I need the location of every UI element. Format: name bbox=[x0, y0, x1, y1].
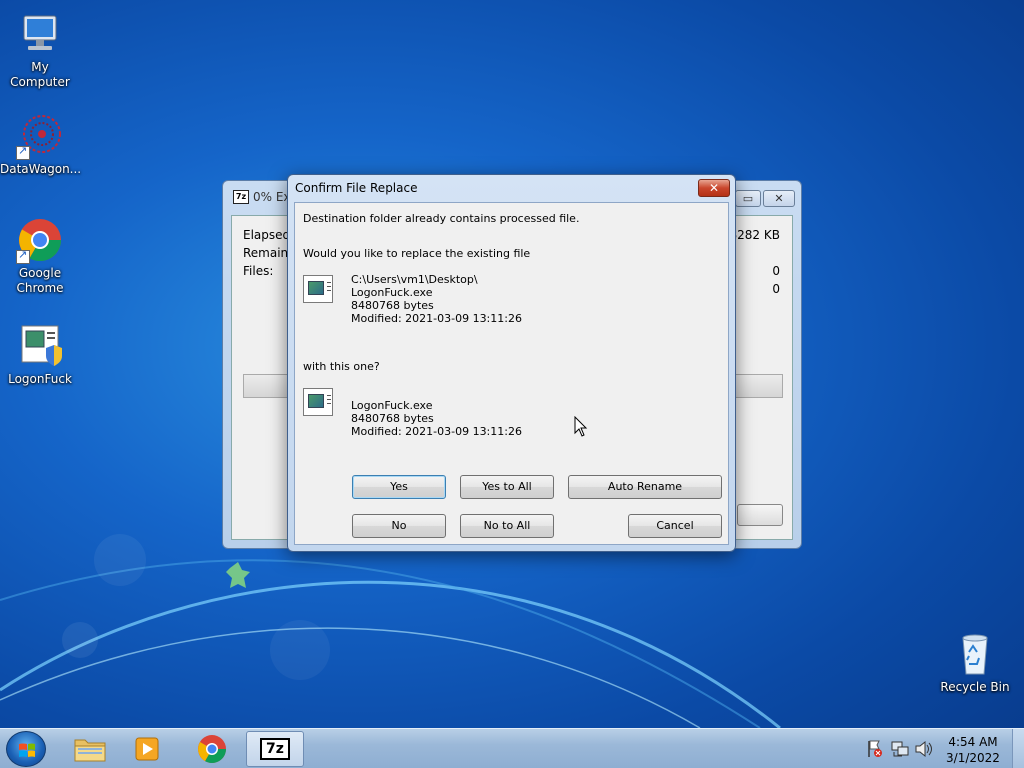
yes-to-all-button[interactable]: Yes to All bbox=[460, 475, 554, 499]
mouse-cursor-icon bbox=[574, 416, 588, 437]
existing-file-icon bbox=[303, 275, 333, 303]
windows-logo-icon bbox=[19, 743, 35, 757]
network-icon[interactable] bbox=[890, 729, 910, 768]
cancel-button[interactable]: Cancel bbox=[628, 514, 722, 538]
computer-icon bbox=[16, 10, 64, 58]
no-to-all-button[interactable]: No to All bbox=[460, 514, 554, 538]
desktop-icon-label: Recycle Bin bbox=[940, 680, 1010, 694]
show-desktop-button[interactable] bbox=[1012, 729, 1024, 768]
background-button[interactable] bbox=[737, 504, 783, 526]
media-player-icon bbox=[135, 737, 159, 761]
desktop-icon-label: DataWagon... bbox=[0, 162, 82, 176]
7zip-icon: 7z bbox=[260, 738, 290, 760]
with-this-one-text: with this one? bbox=[303, 360, 380, 373]
recycle-bin-icon bbox=[951, 630, 999, 678]
value-1: 0 bbox=[772, 264, 780, 278]
no-button[interactable]: No bbox=[352, 514, 446, 538]
desktop-icon-google-chrome[interactable]: Google Chrome bbox=[0, 216, 80, 296]
taskbar-media-player[interactable] bbox=[120, 731, 176, 767]
desktop-icon-recycle-bin[interactable]: Recycle Bin bbox=[935, 630, 1015, 695]
auto-rename-button[interactable]: Auto Rename bbox=[568, 475, 722, 499]
files-label: Files: bbox=[243, 264, 274, 278]
volume-icon[interactable] bbox=[914, 729, 934, 768]
dialog-message: Destination folder already contains proc… bbox=[303, 212, 580, 225]
minimize-button[interactable]: ▭ bbox=[735, 190, 761, 207]
desktop-icon-my-computer[interactable]: My Computer bbox=[0, 10, 80, 90]
shortcut-arrow-icon bbox=[16, 248, 30, 264]
close-button-bg[interactable]: ✕ bbox=[763, 190, 795, 207]
desktop-icon-logonfuck[interactable]: LogonFuck bbox=[0, 322, 80, 387]
desktop-icon-datawagon[interactable]: DataWagon... bbox=[0, 112, 82, 177]
clock-date: 3/1/2022 bbox=[946, 751, 1000, 765]
taskbar-7zip[interactable]: 7z bbox=[246, 731, 304, 767]
confirm-file-replace-dialog: Confirm File Replace ✕ Destination folde… bbox=[287, 174, 736, 552]
size-value: 8282 KB bbox=[729, 228, 780, 242]
dialog-body: Destination folder already contains proc… bbox=[294, 202, 729, 545]
value-2: 0 bbox=[772, 282, 780, 296]
desktop-icon-label: My Computer bbox=[10, 60, 70, 89]
desktop-icon-label: LogonFuck bbox=[8, 372, 72, 386]
chrome-icon bbox=[198, 735, 226, 763]
yes-button[interactable]: Yes bbox=[352, 475, 446, 499]
close-icon: ✕ bbox=[708, 181, 720, 195]
dialog-title: Confirm File Replace bbox=[295, 181, 418, 195]
7zip-icon: 7z bbox=[233, 190, 249, 204]
existing-file-name: LogonFuck.exe bbox=[351, 286, 433, 299]
new-file-modified: Modified: 2021-03-09 13:11:26 bbox=[351, 425, 522, 438]
existing-file-size: 8480768 bytes bbox=[351, 299, 434, 312]
chrome-icon bbox=[16, 216, 64, 264]
start-button[interactable] bbox=[6, 731, 46, 767]
close-button[interactable]: ✕ bbox=[698, 179, 730, 197]
taskbar-explorer[interactable] bbox=[62, 731, 118, 767]
installer-icon bbox=[16, 322, 64, 370]
clock-time: 4:54 AM bbox=[948, 735, 998, 749]
window-title: 7z 0% Ext bbox=[233, 190, 295, 204]
folder-icon bbox=[74, 739, 106, 762]
taskbar: 7z 4:54 AM 3/1/2022 bbox=[0, 728, 1024, 768]
taskbar-chrome[interactable] bbox=[184, 731, 240, 767]
shortcut-arrow-icon bbox=[16, 144, 30, 160]
new-file-size: 8480768 bytes bbox=[351, 412, 434, 425]
existing-file-path: C:\Users\vm1\Desktop\ bbox=[351, 273, 478, 286]
dialog-question: Would you like to replace the existing f… bbox=[303, 247, 531, 260]
datawagon-icon bbox=[16, 112, 64, 160]
desktop-icon-label: Google Chrome bbox=[16, 266, 64, 295]
new-file-icon bbox=[303, 388, 333, 416]
system-clock[interactable]: 4:54 AM 3/1/2022 bbox=[940, 734, 1006, 766]
action-center-flag-icon[interactable] bbox=[866, 729, 884, 768]
new-file-name: LogonFuck.exe bbox=[351, 399, 433, 412]
existing-file-modified: Modified: 2021-03-09 13:11:26 bbox=[351, 312, 522, 325]
